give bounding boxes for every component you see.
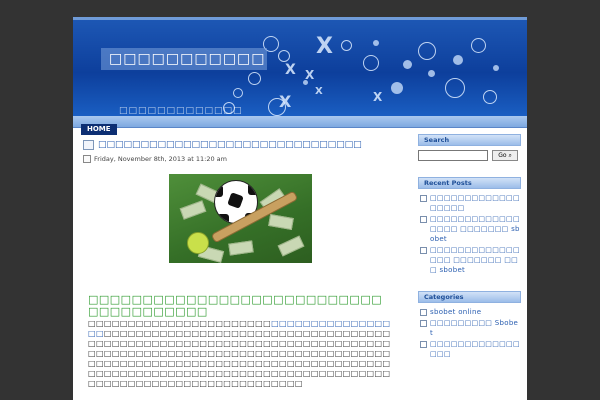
list-item[interactable]: □□□□□□□□□□□□□□□□□ □□□□□□□ sbobet [418,214,521,244]
search-row: Go ⌕ [418,150,521,161]
dot-decoration [403,60,412,69]
list-item[interactable]: □□□□□□□□□□□□□□□□ [418,339,521,359]
dot-decoration [391,82,403,94]
nav-bar: HOME [73,116,527,135]
post-body: □□□□□□□□□□□□□□□□□□□□□□□□□□□□□□□□□□□□□□□□… [88,319,393,389]
go-label: Go [498,152,507,159]
x-decoration: X [285,62,296,78]
post-icon [83,140,94,150]
tennis-ball-icon [187,232,209,254]
category-link[interactable]: □□□□□□□□□ Sbobet [430,318,521,338]
post-date: Friday, November 8th, 2013 at 11:20 am [94,155,227,163]
bubble-decoration [418,42,436,60]
bubble-decoration [363,55,379,71]
recent-post-link[interactable]: □□□□□□□□□□□□□□□□ □□□□□□□ □□□ sbobet [430,245,521,275]
sidebar: Search Go ⌕ Recent Posts □□□□□□□□□□□□□□□… [418,134,521,375]
categories-widget: Categories sbobet online □□□□□□□□□ Sbobe… [418,291,521,359]
site-title[interactable]: □□□□□□□□□□□ [101,48,267,70]
x-decoration: X [315,86,323,97]
post-image [169,174,312,263]
site-header: X X X X X X □□□□□□□□□□□ □□□□□□□□□□□□□ [73,17,527,116]
x-decoration: X [373,90,383,104]
x-decoration: X [316,34,333,59]
document-icon [420,247,427,254]
categories-list: sbobet online □□□□□□□□□ Sbobet □□□□□□□□□… [418,307,521,359]
recent-posts-title: Recent Posts [418,177,521,189]
recent-post-link[interactable]: □□□□□□□□□□□□□□□□□□ [430,193,521,213]
x-decoration: X [305,68,315,82]
search-go-button[interactable]: Go ⌕ [492,150,518,161]
main-content: □□□□□□□□□□□□□□□□□□□□□□□□□□□□□□□ Friday, … [83,139,393,388]
categories-title: Categories [418,291,521,303]
document-icon [420,341,427,348]
money-decoration [228,240,254,256]
dot-decoration [373,40,379,46]
category-link[interactable]: sbobet online [430,307,481,317]
body-text-rest: □□□□□□□□□□□□□□□□□□□□□□□□□□□□□□□□□□□□□□□□… [88,329,391,388]
document-icon [420,309,427,316]
dot-decoration [428,70,435,77]
body-text-lead: □□□□□□□□□□□□□□□□□□□□□□□ [88,319,272,328]
section-heading: □□□□□□□□□□□□□□□□□□□□□□□□□□□□□□□□□□□□□□ [88,293,383,318]
post-title-link[interactable]: □□□□□□□□□□□□□□□□□□□□□□□□□□□□□□□ [98,140,362,150]
recent-post-link[interactable]: □□□□□□□□□□□□□□□□□ □□□□□□□ sbobet [430,214,521,244]
list-item[interactable]: □□□□□□□□□□□□□□□□□□ [418,193,521,213]
site-tagline: □□□□□□□□□□□□□ [119,106,243,116]
calendar-icon [83,155,91,163]
money-decoration [277,235,305,257]
search-widget-title: Search [418,134,521,146]
category-link[interactable]: □□□□□□□□□□□□□□□□ [430,339,521,359]
document-icon [420,195,427,202]
bubble-decoration [471,38,486,53]
recent-posts-list: □□□□□□□□□□□□□□□□□□ □□□□□□□□□□□□□□□□□ □□□… [418,193,521,275]
bubble-decoration [341,40,352,51]
page-container: X X X X X X □□□□□□□□□□□ □□□□□□□□□□□□□ HO… [73,17,527,400]
post-meta: Friday, November 8th, 2013 at 11:20 am [83,155,393,163]
list-item[interactable]: □□□□□□□□□ Sbobet [418,318,521,338]
bubble-decoration [278,50,290,62]
magnifier-icon: ⌕ [508,152,512,159]
dot-decoration [493,65,499,71]
dot-decoration [453,55,463,65]
document-icon [420,320,427,327]
search-input[interactable] [418,150,488,161]
bubble-decoration [233,88,243,98]
recent-posts-widget: Recent Posts □□□□□□□□□□□□□□□□□□ □□□□□□□□… [418,177,521,275]
money-decoration [268,214,294,230]
money-decoration [179,200,207,220]
search-widget: Search Go ⌕ [418,134,521,161]
document-icon [420,216,427,223]
bubble-decoration [445,78,465,98]
list-item[interactable]: sbobet online [418,307,521,317]
nav-home-tab[interactable]: HOME [81,124,117,135]
bubble-decoration [483,90,497,104]
bubble-decoration [248,72,261,85]
x-decoration: X [279,92,292,111]
post-header: □□□□□□□□□□□□□□□□□□□□□□□□□□□□□□□ [83,139,393,151]
list-item[interactable]: □□□□□□□□□□□□□□□□ □□□□□□□ □□□ sbobet [418,245,521,275]
